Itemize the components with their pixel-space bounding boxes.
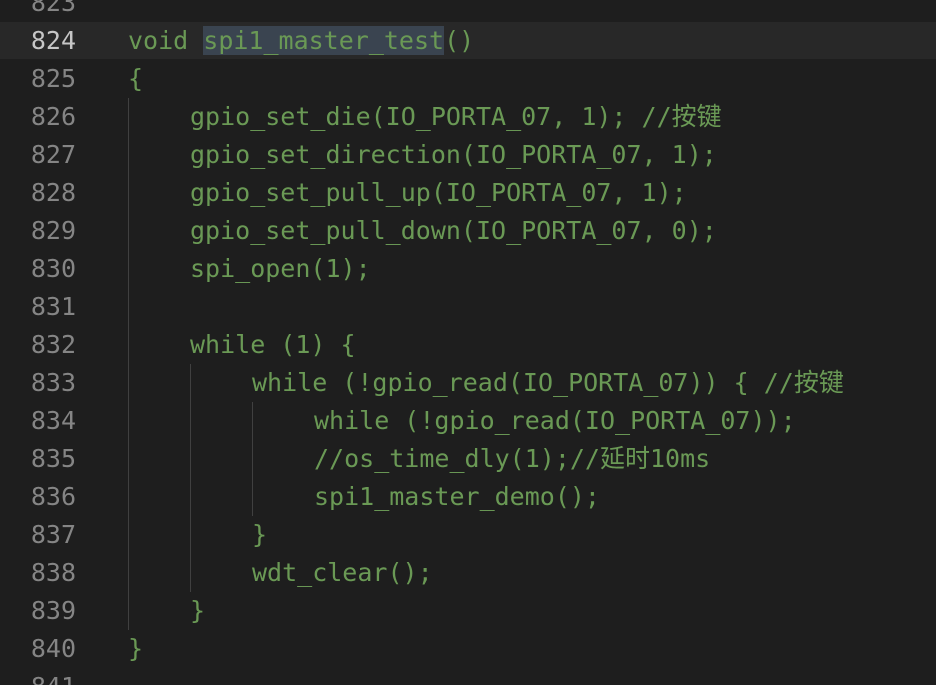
code-line[interactable]: 839} [0,592,936,630]
code-text: { [128,60,143,98]
selected-function-name[interactable]: spi1_master_test [203,26,445,55]
code-token: while (!gpio_read(IO_PORTA_07)); [314,406,796,435]
code-text: } [128,630,143,668]
code-text: //os_time_dly(1);//延时10ms [314,440,710,478]
code-line[interactable]: 831 [0,288,936,326]
code-line[interactable]: 835 //os_time_dly(1);//延时10ms [0,440,936,478]
code-line[interactable]: 836 spi1_master_demo(); [0,478,936,516]
code-line[interactable]: 838 wdt_clear(); [0,554,936,592]
code-line[interactable]: 830 spi_open(1); [0,250,936,288]
line-number: 835 [30,444,76,473]
code-token: while (!gpio_read(IO_PORTA_07)) { //按键 [252,368,844,397]
code-token: } [128,634,144,663]
code-editor[interactable]: 823 824 void spi1_master_test() 825 {826 gpio… [0,0,936,685]
code-text: wdt_clear(); [252,554,433,592]
code-line[interactable]: 825 { [0,60,936,98]
code-line[interactable]: 824 void spi1_master_test() [0,22,936,60]
code-text: spi_open(1); [190,250,371,288]
line-number: 832 [30,330,76,359]
code-token: while (1) { [190,330,356,359]
code-line[interactable]: 829 gpio_set_pull_down(IO_PORTA_07, 0); [0,212,936,250]
line-number: 838 [30,558,76,587]
code-line[interactable]: 826 gpio_set_die(IO_PORTA_07, 1); //按键 [0,98,936,136]
line-number: 840 [30,634,76,663]
line-number: 830 [30,254,76,283]
code-text: gpio_set_pull_down(IO_PORTA_07, 0); [190,212,717,250]
code-text: gpio_set_direction(IO_PORTA_07, 1); [190,136,717,174]
line-number: 831 [30,292,76,321]
code-token: gpio_set_die(IO_PORTA_07, 1); //按键 [190,102,722,131]
code-token: } [252,520,268,549]
code-text: while (1) { [190,326,356,364]
code-text: gpio_set_die(IO_PORTA_07, 1); //按键 [190,98,722,136]
code-line[interactable]: 837} [0,516,936,554]
line-number: 839 [30,596,76,625]
code-token: gpio_set_direction(IO_PORTA_07, 1); [190,140,717,169]
code-text: void spi1_master_test() [128,22,474,60]
code-token: void [128,26,204,55]
line-number: 826 [30,102,76,131]
code-line[interactable]: 827 gpio_set_direction(IO_PORTA_07, 1); [0,136,936,174]
code-text: while (!gpio_read(IO_PORTA_07)) { //按键 [252,364,844,402]
code-line[interactable]: 832 while (1) { [0,326,936,364]
line-number: 829 [30,216,76,245]
code-text: } [252,516,267,554]
code-token: spi_open(1); [190,254,371,283]
code-token: spi1_master_demo(); [314,482,600,511]
code-token: () [444,26,475,55]
line-number: 828 [30,178,76,207]
line-number: 841 [0,668,76,685]
line-number: 833 [30,368,76,397]
line-number: 827 [30,140,76,169]
line-number: 825 [30,64,76,93]
code-token: wdt_clear(); [252,558,433,587]
code-token: //os_time_dly(1);//延时10ms [314,444,711,473]
code-line[interactable]: 841 [0,668,936,685]
code-token: { [128,64,144,93]
code-line[interactable]: 823 [0,0,936,22]
code-line[interactable]: 834 while (!gpio_read(IO_PORTA_07)); [0,402,936,440]
line-number: 823 [30,0,76,17]
code-text: while (!gpio_read(IO_PORTA_07)); [314,402,796,440]
code-token: gpio_set_pull_down(IO_PORTA_07, 0); [190,216,717,245]
line-number: 824 [30,26,76,55]
line-number: 837 [30,520,76,549]
code-token: gpio_set_pull_up(IO_PORTA_07, 1); [190,178,687,207]
code-text: spi1_master_demo(); [314,478,600,516]
code-text: gpio_set_pull_up(IO_PORTA_07, 1); [190,174,687,212]
code-text: } [190,592,205,630]
code-line[interactable]: 828 gpio_set_pull_up(IO_PORTA_07, 1); [0,174,936,212]
code-line[interactable]: 833 while (!gpio_read(IO_PORTA_07)) { //按… [0,364,936,402]
line-number: 834 [30,406,76,435]
code-token: } [190,596,206,625]
code-line[interactable]: 840} [0,630,936,668]
line-number: 836 [30,482,76,511]
